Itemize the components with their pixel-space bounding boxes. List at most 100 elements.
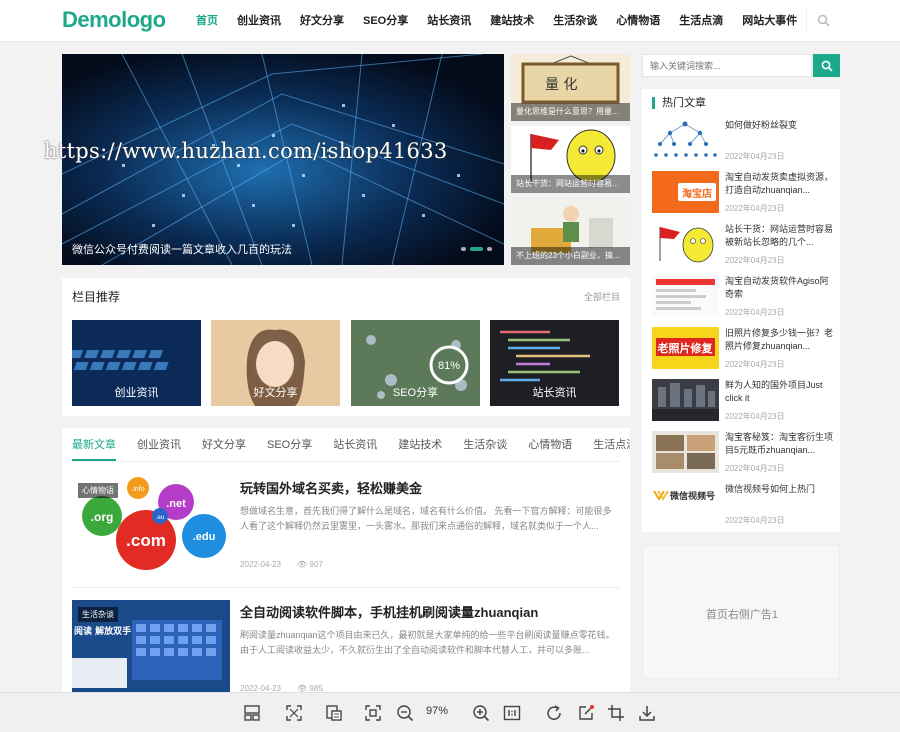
hot-article-title[interactable]: 鲜为人知的国外项目Just click it [725,379,833,405]
article-thumb[interactable]: 阅读 解放双手 生活杂谈 [72,600,230,698]
hot-article-item[interactable]: 淘宝自动发货软件Agiso阿奇索 2022年04月23日 [652,275,836,319]
hot-article-date: 2022年04月23日 [725,308,785,317]
hot-article-image [652,379,719,421]
column-card-webmaster[interactable]: 站长资讯 [490,320,619,406]
article-item[interactable]: .com .org .net .edu .info .eu 心情物语 玩转国外域… [72,476,620,588]
edit-icon [579,705,594,720]
featured-thumb-webmaster[interactable]: 站长干货：网站运营时容易... [511,126,630,193]
hot-article-item[interactable]: 站长干货：网站运营时容易被新站长忽略的几个... 2022年04月23日 [652,223,836,267]
tab-life-talk[interactable]: 生活杂谈 [463,428,507,461]
all-columns-link[interactable]: 全部栏目 [584,290,620,303]
article-title[interactable]: 全自动阅读软件脚本，手机挂机刷阅读量zhuanqian [240,602,538,621]
hot-article-thumb[interactable] [652,275,719,317]
article-thumb[interactable]: .com .org .net .edu .info .eu 心情物语 [72,476,230,574]
column-card-label: SEO分享 [392,387,439,399]
hot-article-title[interactable]: 旧照片修复多少钱一张？老照片修复zhuanqian... [725,327,833,353]
slider-pagination [461,247,492,251]
hot-article-thumb[interactable]: 微信视频号 [652,483,719,525]
slider-dot[interactable] [461,247,466,251]
hot-article-image: 微信视频号 [652,483,719,525]
crop-area-button[interactable] [364,704,382,722]
nav-item-life-bits[interactable]: 生活点滴 [679,0,723,42]
hot-article-thumb[interactable]: 老照片修复 [652,327,719,369]
main-nav: 首页 创业资讯 好文分享 SEO分享 站长资讯 建站技术 生活杂谈 心情物语 生… [196,0,816,42]
actual-size-button[interactable] [503,704,521,722]
tab-webmaster-news[interactable]: 站长资讯 [333,428,377,461]
article-category-badge[interactable]: 心情物语 [78,483,118,498]
zoom-out-button[interactable] [396,704,414,722]
column-card-startup[interactable]: 创业资讯 [72,320,201,406]
column-card-seo[interactable]: 81% SEO分享 [351,320,480,406]
featured-thumb-sidejob[interactable]: 不上班的23个小白副业，搞... [511,198,630,265]
nav-item-events[interactable]: 网站大事件 [742,0,797,42]
crop-button[interactable] [607,704,625,722]
hot-article-item[interactable]: 鲜为人知的国外项目Just click it 2022年04月23日 [652,379,836,423]
tab-life-bits[interactable]: 生活点滴 [593,428,630,461]
rotate-button[interactable] [545,704,563,722]
thumbnail-view-button[interactable] [243,704,261,722]
hot-article-title[interactable]: 站长干货：网站运营时容易被新站长忽略的几个... [725,223,833,249]
nav-item-good-articles[interactable]: 好文分享 [300,0,344,42]
search-icon [817,14,830,27]
nav-item-webmaster-news[interactable]: 站长资讯 [427,0,471,42]
hot-article-thumb[interactable] [652,119,719,161]
fit-screen-button[interactable] [285,704,303,722]
hot-article-title[interactable]: 淘宝客秘笈：淘宝客衍生项目5元既币zhuanqian... [725,431,833,457]
tab-mood[interactable]: 心情物语 [528,428,572,461]
sidebar-search-input[interactable] [642,54,812,77]
site-logo[interactable]: Demologo [62,7,166,33]
eye-icon: 👁 [297,560,308,569]
header-search-button[interactable] [806,8,834,34]
hot-article-title[interactable]: 淘宝自动发货软件Agiso阿奇索 [725,275,833,301]
article-category-badge[interactable]: 生活杂谈 [78,607,118,622]
ocr-button[interactable] [325,704,343,722]
download-button[interactable] [638,704,656,722]
tab-latest[interactable]: 最新文章 [72,428,116,461]
article-item[interactable]: 阅读 解放双手 生活杂谈 全自动阅读软件脚本，手机挂机刷阅读量zhuanqian… [72,600,620,698]
column-card-good-articles[interactable]: 好文分享 [211,320,340,406]
hot-article-thumb[interactable]: 淘宝店 [652,171,719,213]
hero-slide-title[interactable]: 微信公众号付费阅读一篇文章收入几百的玩法 [72,241,292,257]
hot-article-item[interactable]: 淘宝客秘笈：淘宝客衍生项目5元既币zhuanqian... 2022年04月23… [652,431,836,475]
tab-startup-news[interactable]: 创业资讯 [137,428,181,461]
tab-seo[interactable]: SEO分享 [267,428,312,461]
nav-item-home[interactable]: 首页 [196,0,218,42]
sidebar-ad[interactable]: 首页右侧广告1 [642,545,840,679]
article-views: 👁 907 [297,560,323,569]
download-icon [639,706,655,721]
hot-article-item[interactable]: 微信视频号 微信视频号如何上热门 2022年04月23日 [652,483,836,527]
hot-article-item[interactable]: 老照片修复 旧照片修复多少钱一张？老照片修复zhuanqian... 2022年… [652,327,836,371]
hot-article-title[interactable]: 微信视频号如何上热门 [725,483,833,509]
tab-site-tech[interactable]: 建站技术 [398,428,442,461]
hot-article-date: 2022年04月23日 [725,152,785,161]
site-header: Demologo 首页 创业资讯 好文分享 SEO分享 站长资讯 建站技术 生活… [0,0,900,42]
hot-article-title[interactable]: 淘宝自动发货卖虚拟资源，打造自动zhuanqian... [725,171,833,197]
article-summary: 刷阅读量zhuanqian这个项目由来已久，最初就是大家单纯的给一些平台刷阅读量… [240,630,615,655]
tab-good-articles[interactable]: 好文分享 [202,428,246,461]
hot-article-item[interactable]: 淘宝店 淘宝自动发货卖虚拟资源，打造自动zhuanqian... 2022年04… [652,171,836,215]
hot-article-title[interactable]: 如何做好粉丝裂变 [725,119,833,145]
hot-article-image [652,431,719,473]
nav-item-life-talk[interactable]: 生活杂谈 [553,0,597,42]
zoom-in-button[interactable] [472,704,490,722]
article-divider [72,587,620,588]
nav-item-seo[interactable]: SEO分享 [363,0,408,42]
nav-item-site-tech[interactable]: 建站技术 [490,0,534,42]
slider-dot[interactable] [487,247,492,251]
hot-article-thumb[interactable] [652,223,719,265]
domain-com-text: .com [126,531,166,550]
nav-item-startup-news[interactable]: 创业资讯 [237,0,281,42]
hot-article-image [652,223,719,265]
column-recommend-title: 栏目推荐 [72,290,121,304]
sidebar-search-button[interactable] [813,54,840,77]
hot-article-thumb[interactable] [652,431,719,473]
article-title[interactable]: 玩转国外域名买卖，轻松赚美金 [240,478,422,497]
column-recommend-panel: 栏目推荐 全部栏目 创业资讯 好文分享 81% SEO分享 站长资讯 [62,278,630,416]
featured-thumb-quantify[interactable]: 量 化 量化思维是什么意思？用量... [511,54,630,121]
edit-button[interactable] [577,704,595,722]
hot-article-item[interactable]: 如何做好粉丝裂变 2022年04月23日 [652,119,836,163]
ocr-icon [326,705,342,721]
slider-dot-active[interactable] [470,247,483,251]
hot-article-thumb[interactable] [652,379,719,421]
nav-item-mood[interactable]: 心情物语 [616,0,660,42]
